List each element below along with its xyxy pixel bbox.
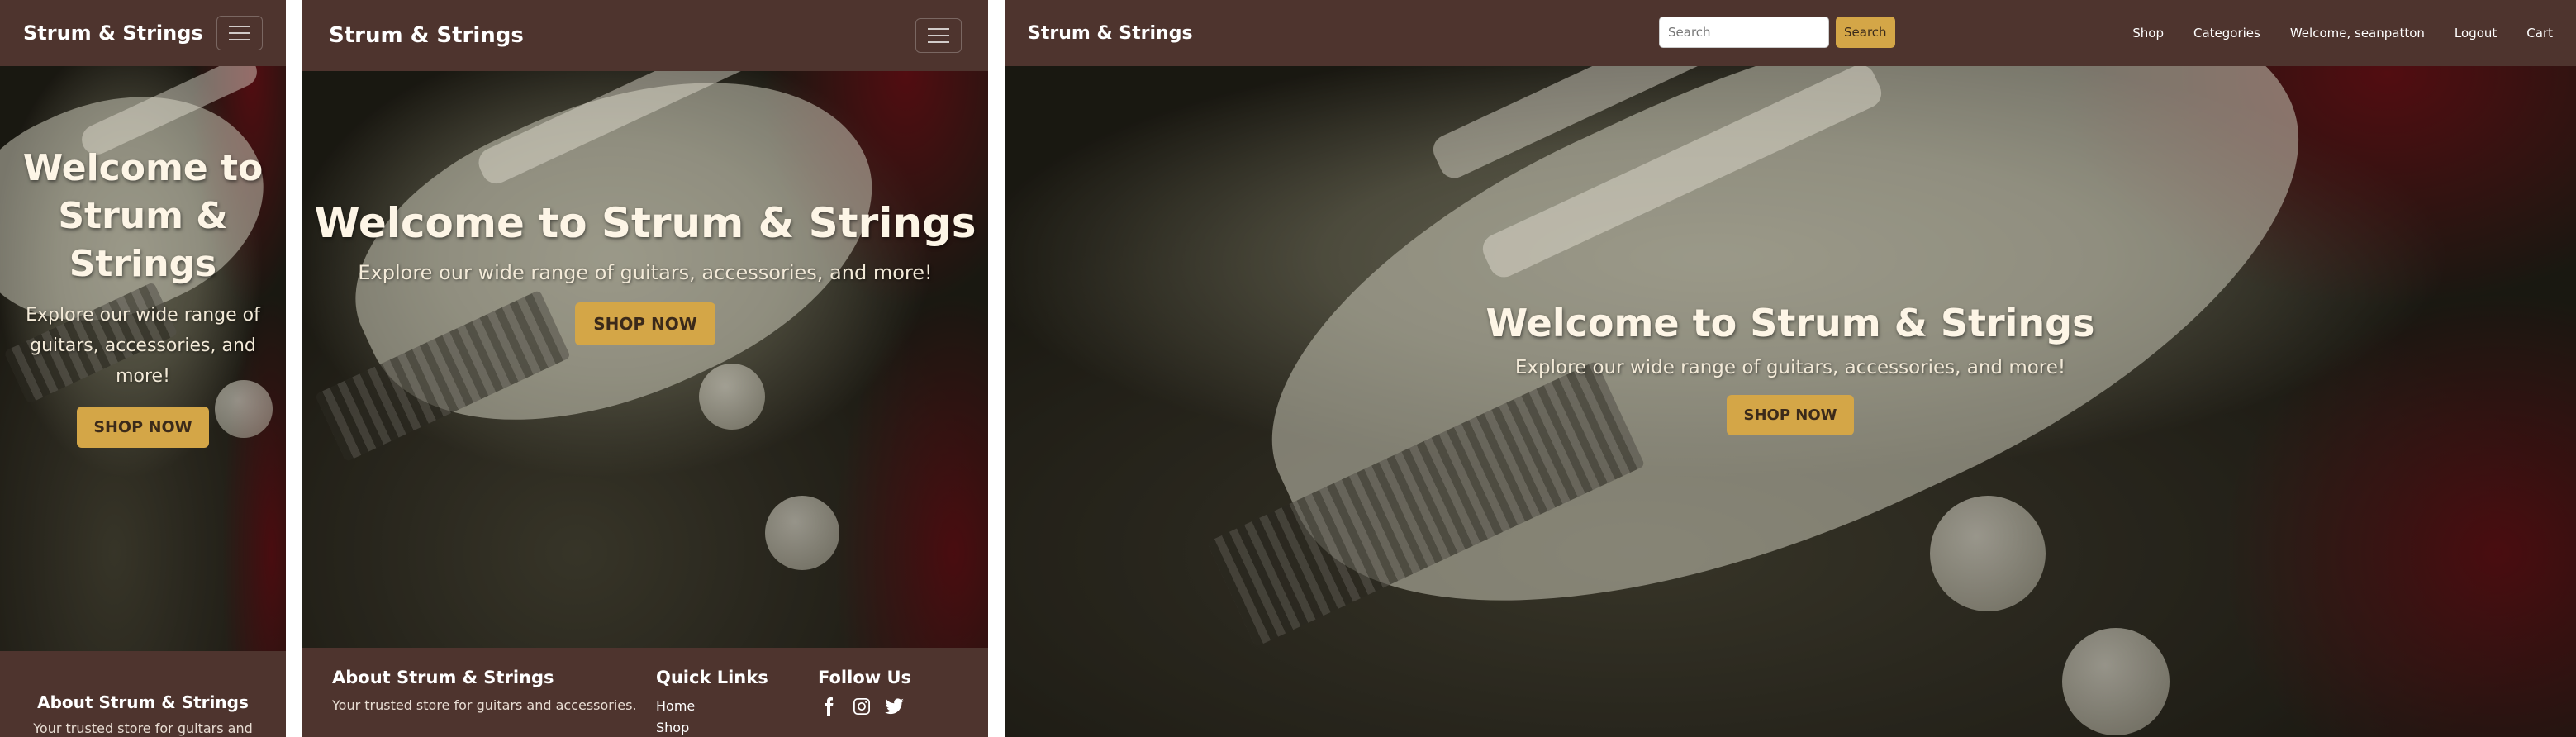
footer-quick-links: Quick Links Home Shop	[656, 668, 818, 737]
shop-now-button[interactable]: SHOP NOW	[575, 302, 715, 345]
instagram-icon[interactable]	[851, 696, 872, 717]
knob-decoration	[2062, 628, 2170, 735]
hero-title: Welcome to Strum & Strings	[22, 147, 264, 285]
nav-link-cart[interactable]: Cart	[2526, 26, 2553, 40]
hero-subtitle: Explore our wide range of guitars, acces…	[1514, 357, 2066, 378]
footer: About Strum & Strings Your trusted store…	[0, 651, 286, 737]
hamburger-icon	[229, 26, 250, 27]
footer-follow: Follow Us	[818, 668, 911, 737]
footer-quick-links-title: Quick Links	[656, 668, 768, 687]
nav-link-shop[interactable]: Shop	[2132, 26, 2164, 40]
footer-about: About Strum & Strings Your trusted store…	[332, 668, 656, 737]
footer-follow-title: Follow Us	[818, 668, 912, 687]
knob-decoration	[1930, 496, 2046, 611]
shop-now-button[interactable]: SHOP NOW	[1727, 395, 1854, 435]
hero-subtitle: Explore our wide range of guitars, acces…	[358, 261, 933, 284]
hero-title: Welcome to Strum & Strings	[314, 199, 977, 247]
hero-section: Welcome to Strum & Strings Explore our w…	[1005, 297, 2576, 435]
navbar: Strum & Strings Search Shop Categories W…	[1005, 0, 2576, 66]
hero-subtitle: Explore our wide range of guitars, acces…	[26, 305, 260, 387]
footer-about-title: About Strum & Strings	[332, 668, 554, 687]
footer-about-text: Your trusted store for guitars and	[33, 720, 253, 736]
desktop-viewport: Strum & Strings Search Shop Categories W…	[1005, 0, 2576, 737]
hamburger-menu-button[interactable]	[216, 16, 263, 50]
navbar: Strum & Strings	[0, 0, 286, 66]
navbar: Strum & Strings	[302, 0, 988, 71]
hamburger-icon	[928, 28, 949, 30]
nav-link-welcome-user[interactable]: Welcome, seanpatton	[2290, 26, 2425, 40]
hero-title: Welcome to Strum & Strings	[1485, 301, 2095, 345]
shop-now-button[interactable]: SHOP NOW	[77, 407, 209, 448]
footer-link-shop[interactable]: Shop	[656, 720, 689, 735]
mobile-narrow-viewport: Strum & Strings Welcome to Strum & Strin…	[0, 0, 286, 737]
brand-logo[interactable]: Strum & Strings	[329, 23, 524, 48]
brand-logo[interactable]: Strum & Strings	[23, 21, 203, 45]
footer-about-title: About Strum & Strings	[37, 692, 249, 712]
twitter-icon[interactable]	[884, 696, 905, 717]
knob-decoration	[765, 496, 839, 570]
tablet-viewport: Strum & Strings Welcome to Strum & Strin…	[302, 0, 988, 737]
footer: About Strum & Strings Your trusted store…	[302, 648, 988, 737]
search-button[interactable]: Search	[1836, 17, 1895, 48]
hero-section: Welcome to Strum & Strings Explore our w…	[302, 197, 988, 345]
brand-logo[interactable]: Strum & Strings	[1028, 23, 1193, 44]
nav-link-logout[interactable]: Logout	[2455, 26, 2497, 40]
hero-section: Welcome to Strum & Strings Explore our w…	[0, 145, 286, 448]
nav-link-categories[interactable]: Categories	[2193, 26, 2260, 40]
search-form: Search	[1659, 17, 1895, 48]
hamburger-menu-button[interactable]	[915, 18, 962, 53]
footer-link-home[interactable]: Home	[656, 698, 695, 714]
facebook-icon[interactable]	[818, 696, 839, 717]
knob-decoration	[699, 364, 765, 430]
footer-about-text: Your trusted store for guitars and acces…	[332, 697, 637, 713]
nav-links: Shop Categories Welcome, seanpatton Logo…	[2132, 26, 2553, 40]
search-input[interactable]	[1659, 17, 1829, 48]
